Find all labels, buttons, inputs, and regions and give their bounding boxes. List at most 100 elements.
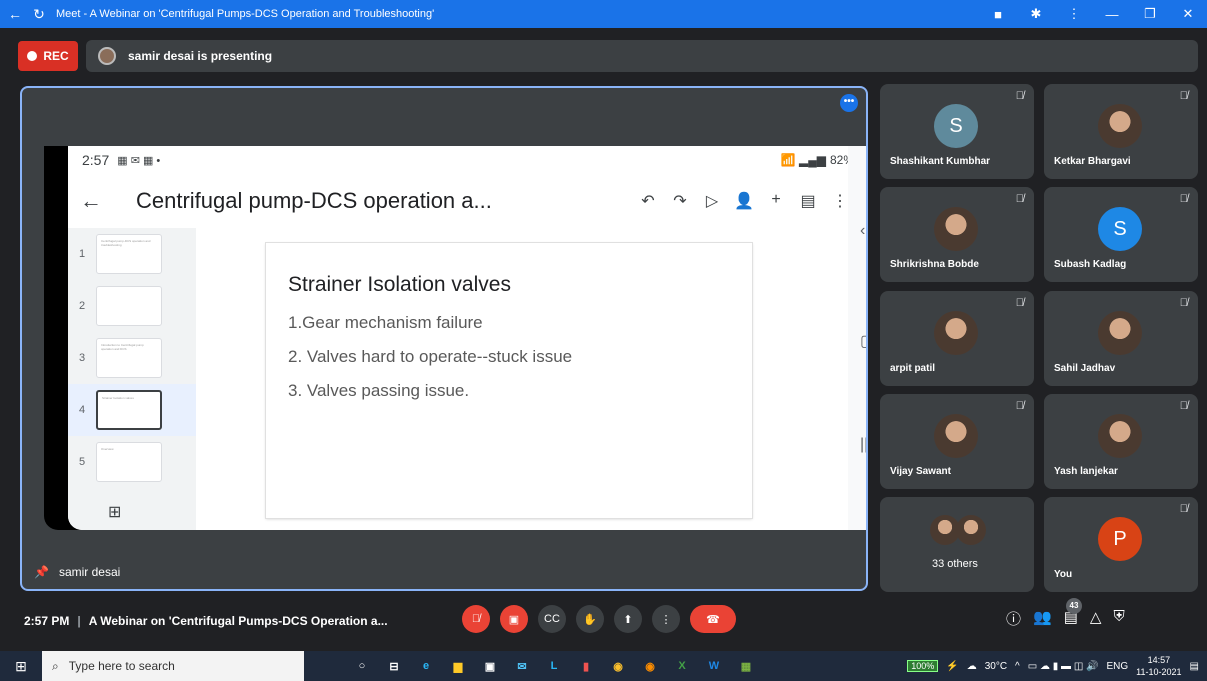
battery-indicator[interactable]: 100%	[907, 660, 939, 672]
task-view-icon[interactable]: ⊟	[378, 651, 410, 681]
recent-apps-icon[interactable]: |||	[860, 436, 866, 454]
info-icon[interactable]: ⓘ	[1006, 608, 1021, 629]
participant-tile[interactable]: 🎙̸ Shrikrishna Bobde	[880, 187, 1034, 282]
notifications-icon[interactable]: ▤	[1190, 661, 1199, 672]
thumbnail-number: 2	[78, 300, 86, 312]
search-icon: ⌕	[52, 658, 59, 673]
excel-icon[interactable]: X	[666, 651, 698, 681]
plus-icon[interactable]: +	[760, 191, 792, 211]
signal-icon: 📶 ▂▄▆	[780, 153, 826, 167]
mic-off-button[interactable]: 🎙̸	[462, 605, 490, 633]
host-controls-icon[interactable]: ⛨	[1113, 608, 1124, 629]
app-icon[interactable]: ▦	[730, 651, 762, 681]
pin-icon[interactable]: 📌	[34, 565, 49, 579]
home-icon[interactable]: ▢	[860, 331, 866, 351]
thumbnail-preview: Introduction to Centrifugal pump operati…	[96, 338, 162, 378]
people-icon[interactable]: 👥	[1033, 608, 1052, 629]
undo-icon[interactable]: ↶	[632, 191, 664, 211]
participant-tile[interactable]: 🎙̸ arpit patil	[880, 291, 1034, 386]
restore-icon[interactable]: ❐	[1131, 6, 1169, 22]
menu-dots-icon[interactable]: ⋮	[1055, 6, 1093, 22]
store-icon[interactable]: ▣	[474, 651, 506, 681]
avatar	[1098, 311, 1142, 355]
weather-temp[interactable]: 30°C	[985, 661, 1007, 672]
camera-icon[interactable]: ■	[979, 7, 1017, 22]
word-icon[interactable]: W	[698, 651, 730, 681]
windows-start-icon[interactable]: ⊞	[0, 658, 42, 675]
participant-name: Shashikant Kumbhar	[890, 156, 991, 167]
document-title: Centrifugal pump-DCS operation a...	[136, 188, 492, 213]
activities-icon[interactable]: △	[1090, 608, 1102, 629]
thumbnail-4[interactable]: 4 Strainer Isolation valves	[68, 384, 196, 436]
thumbnail-1[interactable]: 1 Centrifugal pump-DCS operation and tro…	[68, 228, 196, 280]
office-icon[interactable]: ▮	[570, 651, 602, 681]
chevron-up-icon[interactable]: ^	[1015, 661, 1020, 672]
raise-hand-button[interactable]: ✋	[576, 605, 604, 633]
avatar	[934, 414, 978, 458]
phone-time: 2:57	[82, 152, 110, 168]
leave-call-button[interactable]: ☎	[690, 605, 736, 633]
slide-heading: Strainer Isolation valves	[288, 273, 511, 296]
tray-icons[interactable]: ▭ ☁ ▮ ▬ ◫ 🔊	[1028, 661, 1099, 672]
avatar	[98, 47, 116, 65]
plug-icon: ⚡	[946, 660, 959, 672]
cortana-icon[interactable]: ○	[346, 651, 378, 681]
chrome-2-icon[interactable]: ◉	[634, 651, 666, 681]
captions-button[interactable]: CC	[538, 605, 566, 633]
mic-off-icon: 🎙̸	[1179, 193, 1188, 205]
phone-status-bar: 2:57 ▦ ✉ ▦ • 📶 ▂▄▆ 82%	[68, 146, 866, 174]
mic-off-icon: 🎙̸	[1015, 297, 1024, 309]
rec-label: REC	[43, 49, 69, 63]
play-icon[interactable]: ▷	[696, 191, 728, 211]
redo-icon[interactable]: ↷	[664, 191, 696, 211]
presenting-banner[interactable]: samir desai is presenting	[86, 40, 1198, 72]
participant-tile[interactable]: 🎙̸ Yash lanjekar	[1044, 394, 1198, 489]
taskbar-search[interactable]: ⌕ Type here to search	[42, 651, 304, 681]
app-l-icon[interactable]: L	[538, 651, 570, 681]
slide-point: 1.Gear mechanism failure	[288, 313, 483, 332]
meeting-info: 2:57 PM | A Webinar on 'Centrifugal Pumps-…	[24, 614, 388, 628]
close-icon[interactable]: ✕	[1169, 6, 1207, 22]
edge-icon[interactable]: e	[410, 651, 442, 681]
participant-name: You	[1054, 569, 1073, 580]
mail-icon[interactable]: ✉	[506, 651, 538, 681]
thumbnail-5[interactable]: 5 Overview	[68, 436, 196, 488]
camera-off-button[interactable]: ▣	[500, 605, 528, 633]
extension-icon[interactable]: ✱	[1017, 6, 1055, 22]
taskbar-clock[interactable]: 14:57 11-10-2021	[1136, 654, 1181, 678]
file-explorer-icon[interactable]: ▆	[442, 651, 474, 681]
comment-icon[interactable]: ▤	[792, 191, 824, 211]
thumbnail-number: 3	[78, 352, 86, 364]
others-tile[interactable]: 33 others	[880, 497, 1034, 592]
thumbnail-preview	[96, 286, 162, 326]
recording-badge: REC	[18, 41, 78, 71]
participant-tile[interactable]: 🎙̸ S Subash Kadlag	[1044, 187, 1198, 282]
back-arrow-icon[interactable]: ←	[6, 6, 24, 22]
present-button[interactable]: ⬆	[614, 605, 642, 633]
self-tile[interactable]: 🎙̸ P You	[1044, 497, 1198, 592]
search-placeholder: Type here to search	[68, 659, 175, 673]
more-options-button[interactable]: ⋮	[652, 605, 680, 633]
participant-tile[interactable]: 🎙̸ Ketkar Bhargavi	[1044, 84, 1198, 179]
participant-name: Yash lanjekar	[1054, 466, 1118, 477]
add-person-icon[interactable]: 👤	[728, 191, 760, 211]
chrome-icon[interactable]: ◉	[602, 651, 634, 681]
participant-tile[interactable]: 🎙̸ Vijay Sawant	[880, 394, 1034, 489]
participant-tile[interactable]: 🎙̸ Sahil Jadhav	[1044, 291, 1198, 386]
language-indicator[interactable]: ENG	[1107, 661, 1129, 672]
presenting-bar: REC samir desai is presenting	[18, 40, 1198, 72]
participant-tile[interactable]: 🎙̸ S Shashikant Kumbhar	[880, 84, 1034, 179]
mic-off-icon: 🎙̸	[1179, 90, 1188, 102]
reload-icon[interactable]: ↻	[30, 6, 48, 23]
add-slide-icon[interactable]: ⊞	[108, 502, 121, 522]
more-options-icon[interactable]: •••	[840, 94, 858, 112]
slide-point: 2. Valves hard to operate--stuck issue	[288, 347, 573, 366]
chevron-left-icon[interactable]: ‹	[860, 222, 865, 240]
screen-share-tile[interactable]: ••• 2:57 ▦ ✉ ▦ • 📶 ▂▄▆ 82% ← Centrifugal…	[20, 86, 868, 591]
avatar	[1098, 104, 1142, 148]
thumbnail-3[interactable]: 3 Introduction to Centrifugal pump opera…	[68, 332, 196, 384]
thumbnail-2[interactable]: 2	[68, 280, 196, 332]
weather-icon[interactable]: ☁	[967, 661, 977, 672]
minimize-icon[interactable]: —	[1093, 7, 1131, 22]
back-arrow-icon[interactable]: ←	[80, 188, 116, 214]
